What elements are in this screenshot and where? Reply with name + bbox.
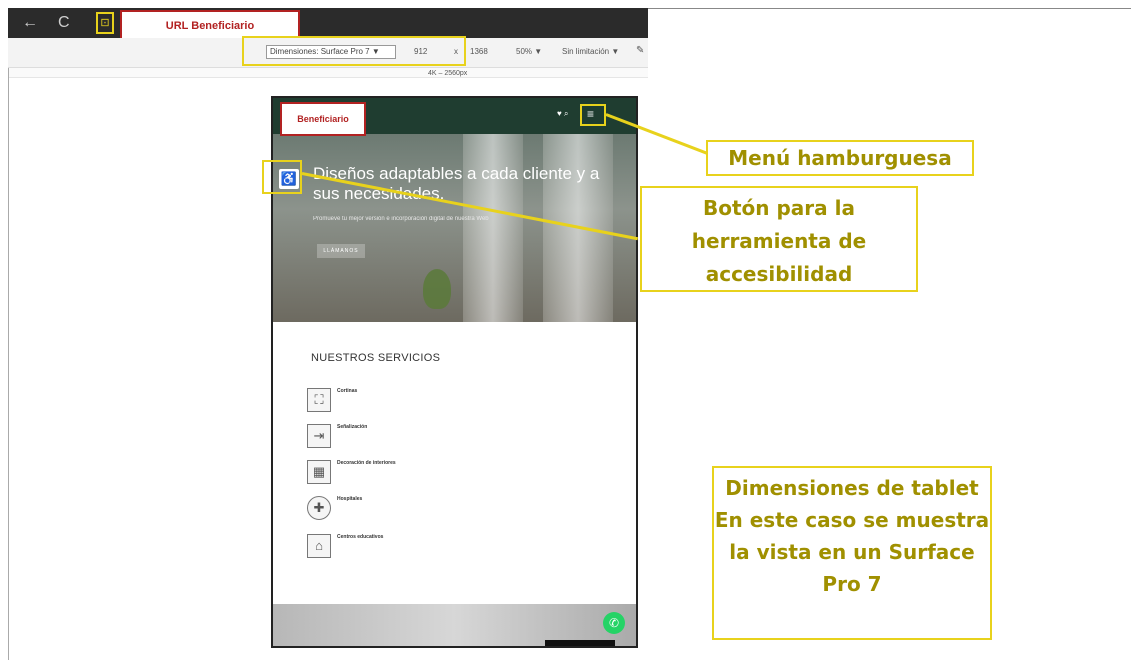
curtains-icon: ⛶ <box>307 388 331 412</box>
interior-decor-icon: ▦ <box>307 460 331 484</box>
accessibility-annotation: Botón para la herramienta de accesibilid… <box>640 186 918 292</box>
width-input[interactable]: 912 <box>414 47 427 56</box>
lock-icon[interactable]: ⊡ <box>96 12 114 34</box>
service-label: Centros educativos <box>337 534 384 540</box>
hamburger-highlight <box>580 104 606 126</box>
service-label: Cortinas <box>337 388 358 394</box>
reload-icon[interactable]: C <box>58 8 70 38</box>
school-icon: ⌂ <box>307 534 331 558</box>
header-icons[interactable]: ♥ ⌕ <box>557 109 568 119</box>
edit-icon[interactable]: ✎ <box>636 45 644 56</box>
height-input[interactable]: 1368 <box>470 47 488 56</box>
hospital-icon: ✚ <box>307 496 331 520</box>
times-symbol: x <box>454 47 458 56</box>
ruler-label: 4K – 2560px <box>428 70 468 77</box>
footer-bar <box>545 640 615 646</box>
curtain-image <box>463 134 523 322</box>
service-label: Hospitales <box>337 496 363 502</box>
services-title: NUESTROS SERVICIOS <box>311 352 441 364</box>
media-query-ruler <box>8 68 648 78</box>
call-button[interactable]: LLÁMANOS <box>317 244 365 258</box>
service-label: Decoración de interiores <box>337 460 396 466</box>
signage-icon: ⇥ <box>307 424 331 448</box>
divider <box>648 8 1131 9</box>
accessibility-highlight <box>262 160 302 194</box>
viewport-edge <box>8 68 9 660</box>
burger-annotation: Menú hamburguesa <box>706 140 974 176</box>
back-arrow-icon[interactable]: ← <box>22 8 38 38</box>
tablet-annotation: Dimensiones de tablet En este caso se mu… <box>712 466 992 640</box>
whatsapp-icon[interactable]: ✆ <box>603 612 625 634</box>
zoom-select[interactable]: 50% ▼ <box>516 47 542 56</box>
beneficiario-badge: Beneficiario <box>280 102 366 136</box>
device-dimensions-select[interactable]: Dimensiones: Surface Pro 7 ▼ <box>266 45 396 59</box>
throttle-select[interactable]: Sin limitación ▼ <box>562 47 619 56</box>
service-label: Señalización <box>337 424 368 430</box>
plant-image <box>423 269 451 309</box>
